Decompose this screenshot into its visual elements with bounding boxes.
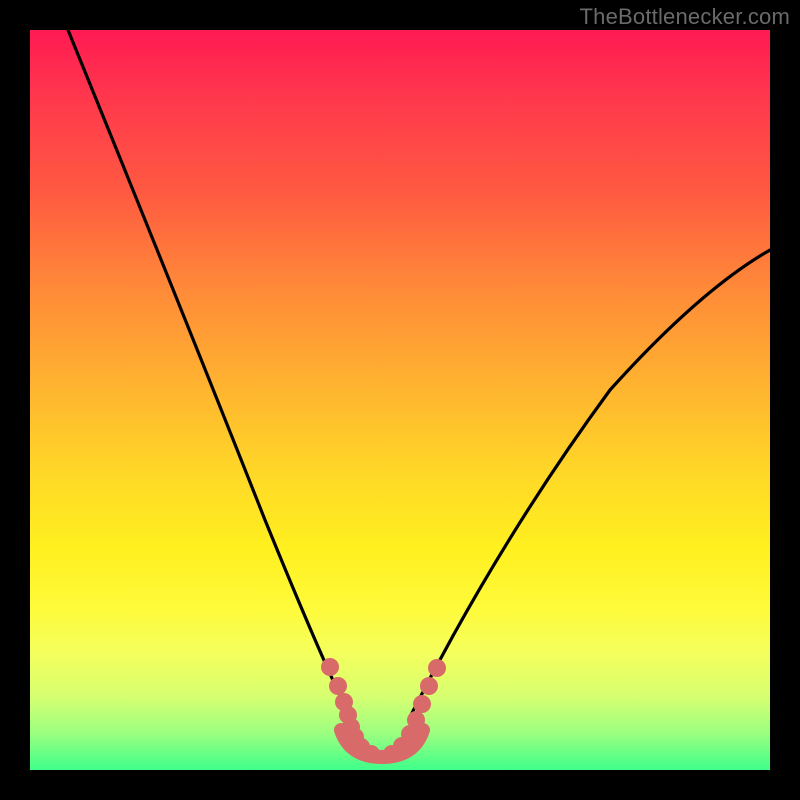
right-curve [412, 250, 770, 713]
chart-frame: TheBottlenecker.com [0, 0, 800, 800]
left-curve [68, 30, 346, 708]
watermark-text: TheBottlenecker.com [580, 4, 790, 30]
curve-layer [30, 30, 770, 770]
plot-area [30, 30, 770, 770]
